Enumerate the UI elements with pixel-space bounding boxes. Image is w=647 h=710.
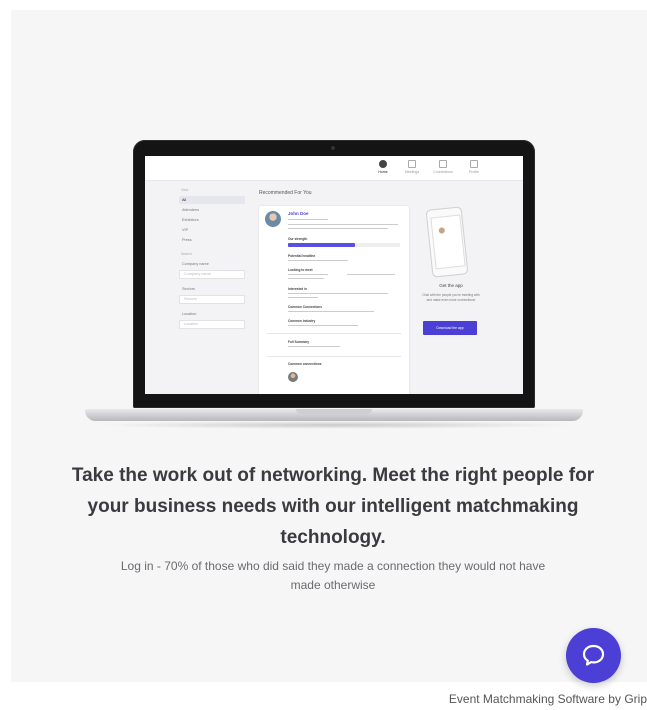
headline-label: Potential headline: [288, 254, 316, 258]
laptop-shadow: [92, 421, 576, 429]
phone-avatar: [438, 227, 446, 234]
match-bar-fill: [288, 243, 356, 247]
screen-sidebar: View All Attendees Exhibitors VIP Press …: [179, 188, 245, 335]
text-line: [288, 224, 398, 226]
get-app-description: Chat with the people you're meeting with…: [422, 293, 480, 302]
text-line: [288, 228, 388, 230]
text-line: [288, 297, 318, 299]
text-line: [288, 325, 358, 327]
text-line: [288, 274, 328, 276]
profile-name: John Doe: [288, 211, 309, 216]
laptop-notch: [296, 409, 372, 414]
hero-headline: Take the work out of networking. Meet th…: [71, 465, 595, 548]
download-app-button: Download the app: [423, 321, 477, 335]
text-line: [288, 346, 340, 348]
footer-credit-link[interactable]: Event Matchmaking Software by Grip: [449, 692, 647, 706]
common-connections-label: Common connections: [288, 362, 322, 366]
sidebar-item-press: Press: [182, 238, 192, 242]
full-summary-label: Full Summary: [288, 340, 310, 344]
hero-subtext: Log in - 70% of those who did said they …: [120, 559, 546, 592]
connection-avatar: [288, 372, 298, 382]
connections-label: Common Connections: [288, 305, 322, 309]
sidebar-company-label: Company name: [182, 262, 209, 266]
app-topbar: Home Meetings Connections Profile: [145, 156, 523, 181]
text-line: [288, 219, 328, 221]
chat-bubble-icon: [582, 644, 605, 666]
match-bar: [288, 243, 400, 247]
interested-label: Interested in: [288, 287, 307, 291]
text-line: [347, 274, 395, 276]
chat-button[interactable]: [566, 628, 621, 683]
card-divider: [267, 356, 401, 357]
industry-label: Common industry: [288, 319, 316, 323]
sidebar-sector-input: Sectors: [179, 295, 245, 304]
person-icon: [470, 160, 478, 168]
nav-home-label: Home: [378, 170, 388, 174]
camera-dot: [331, 146, 335, 150]
phone-screen: [430, 214, 466, 270]
text-line: [288, 293, 388, 295]
avatar: [265, 211, 281, 227]
laptop-screen: Home Meetings Connections Profile View A…: [145, 156, 523, 394]
text-line: [288, 311, 374, 313]
calendar-icon: [408, 160, 416, 168]
nav-connections: Connections: [429, 160, 457, 174]
nav-connections-label: Connections: [433, 170, 453, 174]
looking-label: Looking to meet: [288, 268, 313, 272]
nav-meetings: Meetings: [398, 160, 426, 174]
card-divider: [267, 333, 401, 334]
recommended-title: Recommended For You: [259, 190, 312, 196]
nav-profile: Profile: [460, 160, 488, 174]
sidebar-item-exhibitors: Exhibitors: [182, 218, 199, 222]
get-app-title: Get the app: [439, 283, 463, 288]
sidebar-filter-label: View: [181, 188, 189, 192]
sidebar-location-input: Location: [179, 320, 245, 329]
match-label: Our strength: [288, 237, 308, 241]
sidebar-item-all: All: [179, 196, 245, 204]
nav-home: Home: [369, 160, 397, 174]
home-icon: [379, 160, 387, 168]
link-icon: [439, 160, 447, 168]
profile-card: John Doe Our strength Potential headline…: [259, 206, 409, 394]
text-line: [288, 278, 324, 280]
sidebar-item-attendees: Attendees: [182, 208, 200, 212]
nav-profile-label: Profile: [469, 170, 479, 174]
sidebar-item-vip: VIP: [182, 228, 189, 232]
sidebar-company-input: Company name: [179, 270, 245, 279]
sidebar-search-label: Search: [181, 252, 192, 256]
sidebar-sector-label: Sectors: [182, 287, 195, 291]
sidebar-location-label: Location: [182, 312, 197, 316]
nav-meetings-label: Meetings: [404, 170, 420, 174]
phone-mockup: [425, 206, 469, 278]
laptop-mockup: Home Meetings Connections Profile View A…: [133, 140, 535, 408]
text-line: [288, 260, 348, 262]
